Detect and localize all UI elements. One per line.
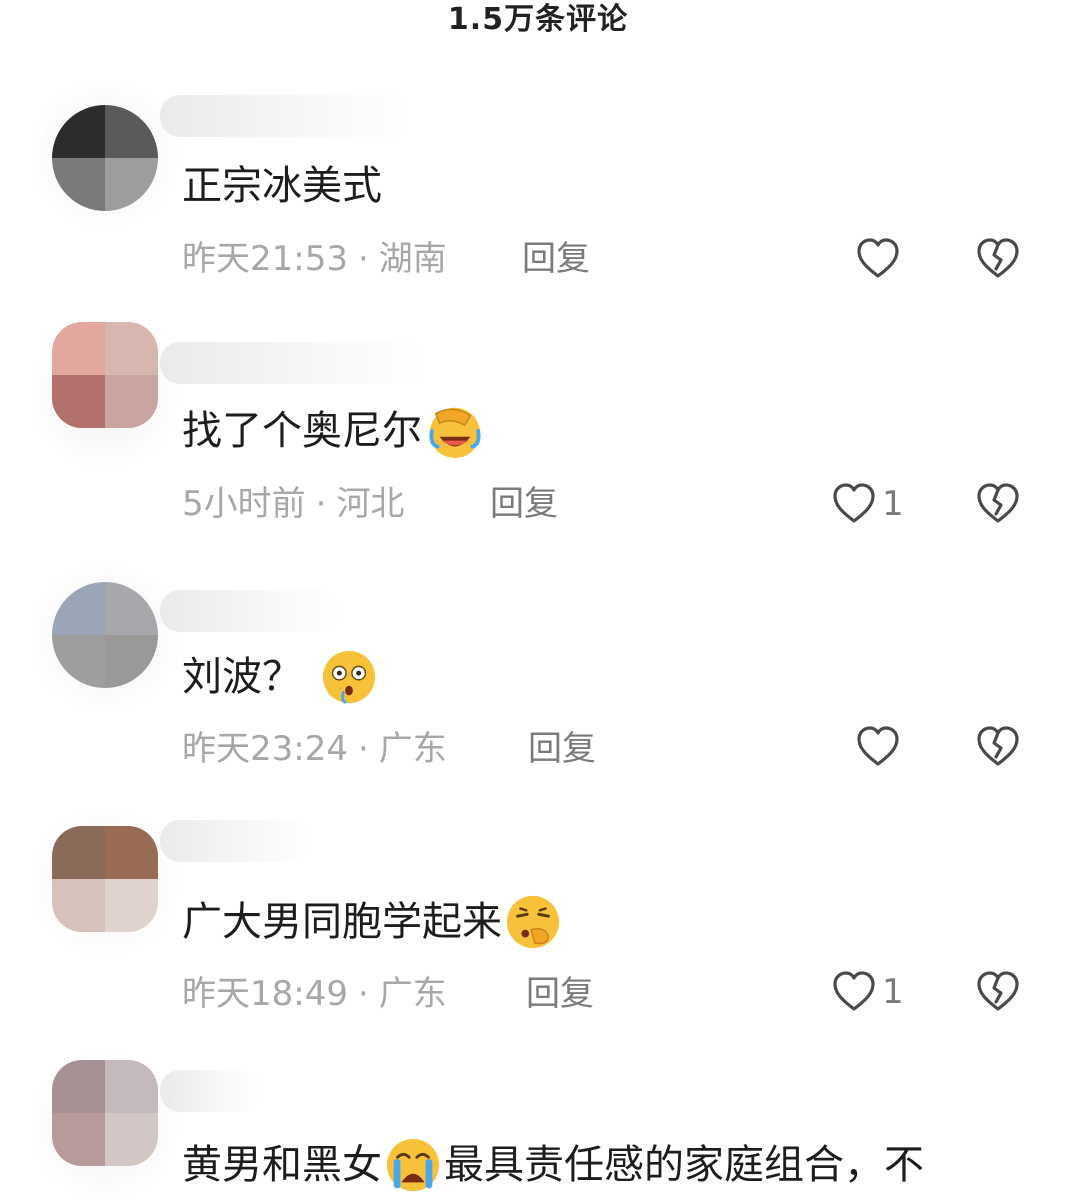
comment-body-continued: 最具责任感的家庭组合，不 (444, 1142, 924, 1188)
comment-location: 河北 (336, 484, 405, 524)
reply-button[interactable]: 回复 (522, 237, 590, 281)
dislike-button[interactable] (974, 968, 1022, 1016)
broken-heart-icon (977, 483, 1019, 523)
comment-location: 湖南 (378, 239, 447, 279)
like-count: 1 (882, 972, 904, 1012)
avatar[interactable] (52, 826, 158, 932)
username-blurred[interactable] (160, 95, 410, 137)
reply-button[interactable]: 回复 (526, 972, 594, 1016)
broken-heart-icon (977, 238, 1019, 278)
avatar[interactable] (52, 582, 158, 688)
comment-time: 昨天18:49 (182, 974, 348, 1014)
username-blurred[interactable] (160, 590, 340, 632)
comment-meta: 昨天21:53 · 湖南 (182, 237, 447, 281)
comment-time: 昨天21:53 (182, 239, 348, 279)
heart-outline-icon (857, 726, 899, 766)
comment-time: 昨天23:24 (182, 729, 348, 769)
comment-text: 刘波？ (182, 648, 378, 706)
comment-meta: 昨天23:24 · 广东 (182, 727, 447, 771)
dislike-button[interactable] (974, 723, 1022, 771)
comment-time: 5小时前 (182, 484, 306, 524)
comment-body: 黄男和黑女 (182, 1142, 382, 1188)
comment-text: 正宗冰美式 (182, 160, 382, 212)
comment-body: 广大男同胞学起来 (182, 899, 502, 945)
broken-heart-icon (977, 971, 1019, 1011)
reply-button[interactable]: 回复 (490, 482, 558, 526)
like-button[interactable] (854, 235, 902, 283)
comment-text: 广大男同胞学起来 (182, 893, 562, 951)
avatar[interactable] (52, 105, 158, 211)
heart-outline-icon (833, 971, 875, 1011)
comment-meta: 昨天18:49 · 广东 (182, 972, 447, 1016)
dislike-button[interactable] (974, 235, 1022, 283)
comment-text: 黄男和黑女 最具责任感的家庭组合，不 (182, 1136, 924, 1194)
comment-count-title: 1.5万条评论 (447, 2, 629, 37)
broken-heart-icon (977, 726, 1019, 766)
heart-outline-icon (833, 483, 875, 523)
comment-location: 广东 (378, 974, 447, 1014)
face-palm-laugh-emoji (429, 407, 481, 459)
comment-body: 正宗冰美式 (182, 163, 382, 209)
avatar[interactable] (52, 1060, 158, 1166)
dislike-button[interactable] (974, 480, 1022, 528)
like-button[interactable]: 1 (830, 480, 904, 528)
crying-face-emoji (386, 1138, 440, 1192)
shocked-face-emoji (322, 650, 376, 704)
comment-body: 刘波？ (182, 654, 302, 700)
avatar[interactable] (52, 322, 158, 428)
reply-button[interactable]: 回复 (528, 727, 596, 771)
comment-location: 广东 (378, 729, 447, 769)
like-button[interactable] (854, 723, 902, 771)
username-blurred[interactable] (160, 1070, 260, 1112)
meta-separator: · (357, 239, 369, 279)
meta-separator: · (357, 729, 369, 769)
meta-separator: · (315, 484, 327, 524)
meta-separator: · (357, 974, 369, 1014)
like-count: 1 (882, 484, 904, 524)
comment-text: 找了个奥尼尔 (182, 402, 484, 460)
comment-body: 找了个奥尼尔 (182, 408, 422, 454)
like-button[interactable]: 1 (830, 968, 904, 1016)
thinking-face-emoji (506, 895, 560, 949)
username-blurred[interactable] (160, 820, 310, 862)
comment-meta: 5小时前 · 河北 (182, 482, 404, 526)
heart-outline-icon (857, 238, 899, 278)
username-blurred[interactable] (160, 342, 425, 384)
